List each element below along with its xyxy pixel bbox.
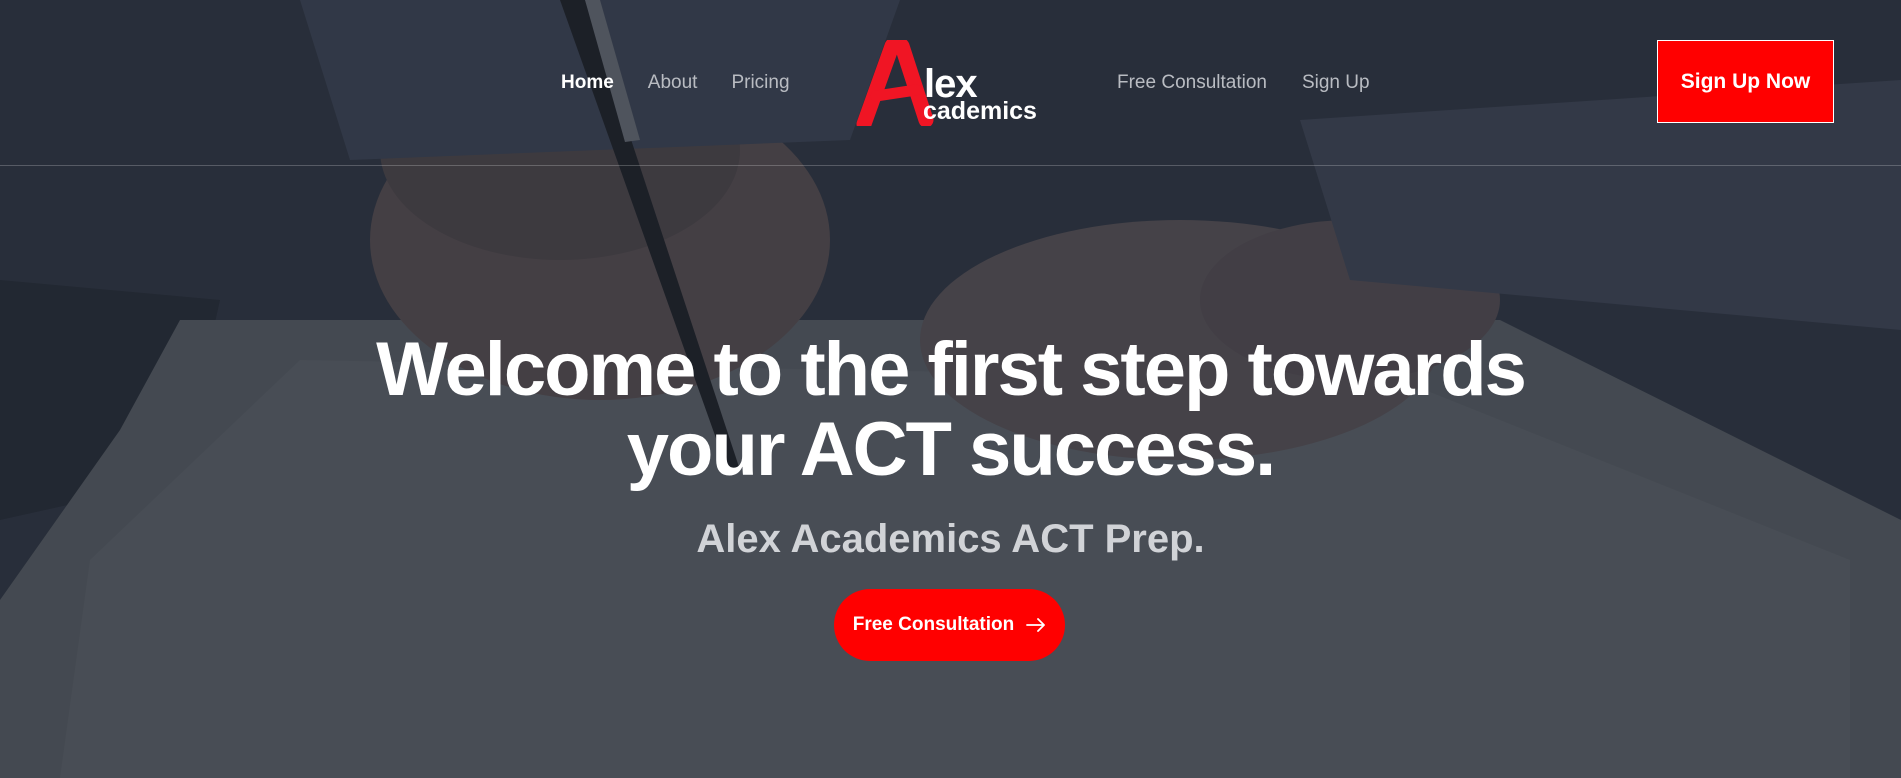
hero-subheadline: Alex Academics ACT Prep.	[696, 517, 1205, 561]
nav-pricing[interactable]: Pricing	[731, 68, 789, 98]
nav-free-consultation[interactable]: Free Consultation	[1117, 68, 1267, 98]
primary-nav-left: Home About Pricing	[561, 68, 790, 98]
hero-headline: Welcome to the first step towards your A…	[0, 330, 1901, 490]
hero-section: Home About Pricing lex cademics Free Con…	[0, 0, 1901, 778]
logo-text-cademics: cademics	[923, 97, 1037, 125]
sign-up-now-button[interactable]: Sign Up Now	[1657, 40, 1834, 123]
free-consultation-button-label: Free Consultation	[852, 614, 1015, 635]
hero-headline-line1: Welcome to the first step towards	[376, 327, 1527, 412]
site-header: Home About Pricing lex cademics Free Con…	[0, 0, 1901, 166]
hero-headline-line2: your ACT success.	[626, 407, 1276, 492]
site-logo[interactable]: lex cademics	[856, 40, 1037, 126]
arrow-right-icon	[1026, 618, 1046, 632]
nav-sign-up[interactable]: Sign Up	[1302, 68, 1370, 98]
primary-nav-right: Free Consultation Sign Up	[1117, 68, 1370, 98]
nav-home[interactable]: Home	[561, 68, 614, 98]
nav-about[interactable]: About	[648, 68, 698, 98]
free-consultation-button[interactable]: Free Consultation	[834, 589, 1065, 661]
